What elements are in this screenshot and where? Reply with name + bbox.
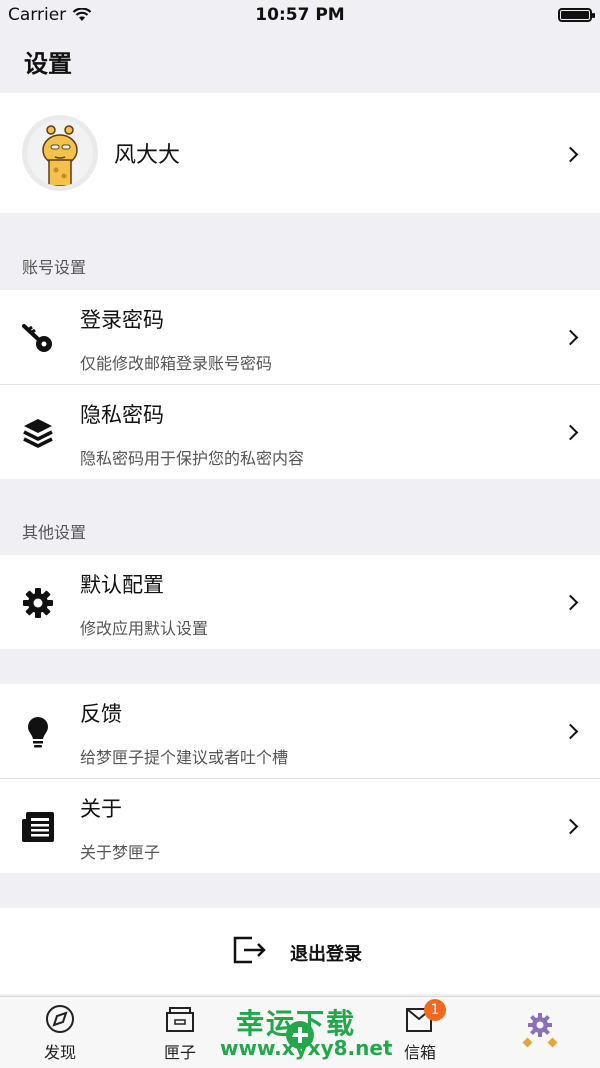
- giraffe-avatar-icon: [27, 120, 93, 186]
- row-feedback[interactable]: 反馈 给梦匣子提个建议或者吐个槽: [0, 684, 600, 778]
- row-subtitle: 隐私密码用于保护您的私密内容: [80, 449, 305, 468]
- profile-name: 风大大: [114, 143, 181, 168]
- tab-mailbox[interactable]: 1 信箱: [360, 997, 480, 1068]
- row-title: 登录密码: [80, 308, 164, 332]
- row-subtitle: 给梦匣子提个建议或者吐个槽: [80, 748, 289, 767]
- layers-icon: [20, 415, 56, 451]
- tab-box[interactable]: 匣子: [120, 997, 240, 1068]
- chevron-right-icon: [562, 424, 579, 441]
- battery-icon: [558, 8, 595, 22]
- tab-label: 发现: [43, 1043, 76, 1062]
- row-subtitle: 关于梦匣子: [80, 843, 161, 862]
- settings-gear-icon: [522, 1013, 558, 1048]
- chevron-right-icon: [562, 329, 579, 346]
- status-bar: Carrier 10:57 PM: [0, 0, 600, 30]
- logout-label: 退出登录: [290, 944, 362, 965]
- tab-label: 匣子: [163, 1043, 196, 1062]
- row-default-config[interactable]: 默认配置 修改应用默认设置: [0, 555, 600, 649]
- row-subtitle: 仅能修改邮箱登录账号密码: [80, 354, 273, 373]
- box-icon: [166, 1007, 194, 1032]
- row-title: 默认配置: [80, 573, 164, 597]
- group-label-other: 其他设置: [22, 523, 87, 542]
- row-subtitle: 修改应用默认设置: [80, 619, 209, 638]
- chevron-right-icon: [562, 723, 579, 740]
- tab-add[interactable]: [240, 997, 360, 1068]
- chevron-right-icon: [562, 146, 579, 163]
- chevron-right-icon: [562, 594, 579, 611]
- tab-label: 信箱: [403, 1043, 436, 1062]
- profile-row[interactable]: 风大大: [0, 93, 600, 213]
- key-icon: [20, 320, 56, 356]
- avatar: [22, 115, 98, 191]
- row-login-password[interactable]: 登录密码 仅能修改邮箱登录账号密码: [0, 290, 600, 384]
- compass-icon: [46, 1005, 74, 1033]
- group-label-account: 账号设置: [22, 258, 87, 277]
- lightbulb-icon: [20, 714, 56, 750]
- tab-discover[interactable]: 发现: [0, 997, 120, 1068]
- chevron-right-icon: [562, 818, 579, 835]
- logout-button[interactable]: 退出登录: [0, 908, 600, 994]
- row-title: 反馈: [80, 702, 122, 726]
- status-time: 10:57 PM: [255, 5, 345, 25]
- row-title: 隐私密码: [80, 403, 164, 427]
- logout-icon: [232, 934, 268, 970]
- row-title: 关于: [80, 797, 122, 821]
- tab-settings[interactable]: [480, 997, 600, 1068]
- row-about[interactable]: 关于 关于梦匣子: [0, 779, 600, 873]
- gear-icon: [20, 585, 56, 621]
- newspaper-icon: [20, 809, 56, 845]
- tab-bar: 发现 匣子 1 信箱: [0, 996, 600, 1068]
- row-privacy-password[interactable]: 隐私密码 隐私密码用于保护您的私密内容: [0, 385, 600, 479]
- plus-icon: [286, 1021, 314, 1049]
- unread-badge: 1: [424, 999, 446, 1021]
- page-title: 设置: [24, 50, 72, 78]
